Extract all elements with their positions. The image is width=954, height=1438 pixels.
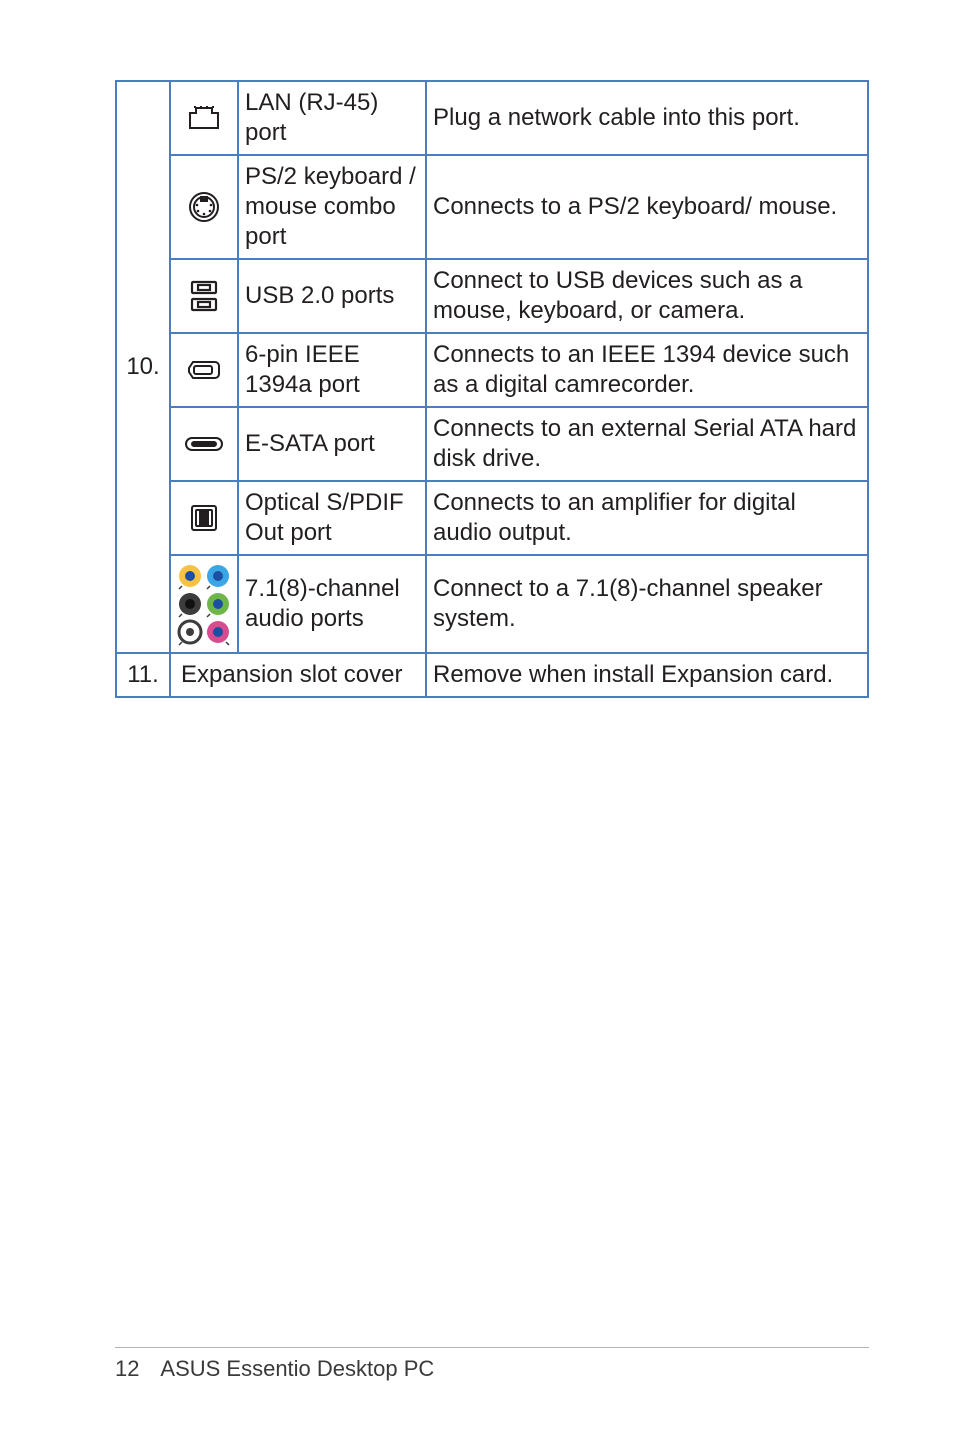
- ps2-port-icon: [170, 155, 238, 259]
- port-desc: Connects to an IEEE 1394 device such as …: [426, 333, 868, 407]
- spdif-port-icon: [170, 481, 238, 555]
- port-name: E-SATA port: [238, 407, 426, 481]
- table-row: USB 2.0 ports Connect to USB devices suc…: [116, 259, 868, 333]
- ports-table: 10. LAN (RJ-45) port Plug a network cabl…: [115, 80, 869, 698]
- document-page: 10. LAN (RJ-45) port Plug a network cabl…: [0, 0, 954, 1438]
- table-row: PS/2 keyboard / mouse combo port Connect…: [116, 155, 868, 259]
- port-name: LAN (RJ-45) port: [238, 81, 426, 155]
- audio-ports-icon: [170, 555, 238, 653]
- port-name: PS/2 keyboard / mouse combo port: [238, 155, 426, 259]
- port-desc: Connects to an amplifier for digital aud…: [426, 481, 868, 555]
- table-row: E-SATA port Connects to an external Seri…: [116, 407, 868, 481]
- port-name: USB 2.0 ports: [238, 259, 426, 333]
- row-index: 10.: [116, 81, 170, 653]
- footer-title: ASUS Essentio Desktop PC: [160, 1356, 434, 1381]
- table-row: Optical S/PDIF Out port Connects to an a…: [116, 481, 868, 555]
- page-number: 12: [115, 1356, 139, 1382]
- lan-port-icon: [170, 81, 238, 155]
- port-desc: Connect to USB devices such as a mouse, …: [426, 259, 868, 333]
- ieee1394-port-icon: [170, 333, 238, 407]
- port-desc: Connects to a PS/2 keyboard/ mouse.: [426, 155, 868, 259]
- table-row: 11. Expansion slot cover Remove when ins…: [116, 653, 868, 697]
- port-desc: Plug a network cable into this port.: [426, 81, 868, 155]
- table-row: 6-pin IEEE 1394a port Connects to an IEE…: [116, 333, 868, 407]
- port-desc: Connects to an external Serial ATA hard …: [426, 407, 868, 481]
- usb-ports-icon: [170, 259, 238, 333]
- port-name: 6-pin IEEE 1394a port: [238, 333, 426, 407]
- port-desc: Remove when install Expansion card.: [426, 653, 868, 697]
- port-desc: Connect to a 7.1(8)-channel speaker syst…: [426, 555, 868, 653]
- port-name: Optical S/PDIF Out port: [238, 481, 426, 555]
- page-footer: 12 ASUS Essentio Desktop PC: [115, 1347, 869, 1382]
- table-row: 7.1(8)-channel audio ports Connect to a …: [116, 555, 868, 653]
- row-index: 11.: [116, 653, 170, 697]
- table-row: 10. LAN (RJ-45) port Plug a network cabl…: [116, 81, 868, 155]
- port-name: 7.1(8)-channel audio ports: [238, 555, 426, 653]
- port-name: Expansion slot cover: [170, 653, 426, 697]
- esata-port-icon: [170, 407, 238, 481]
